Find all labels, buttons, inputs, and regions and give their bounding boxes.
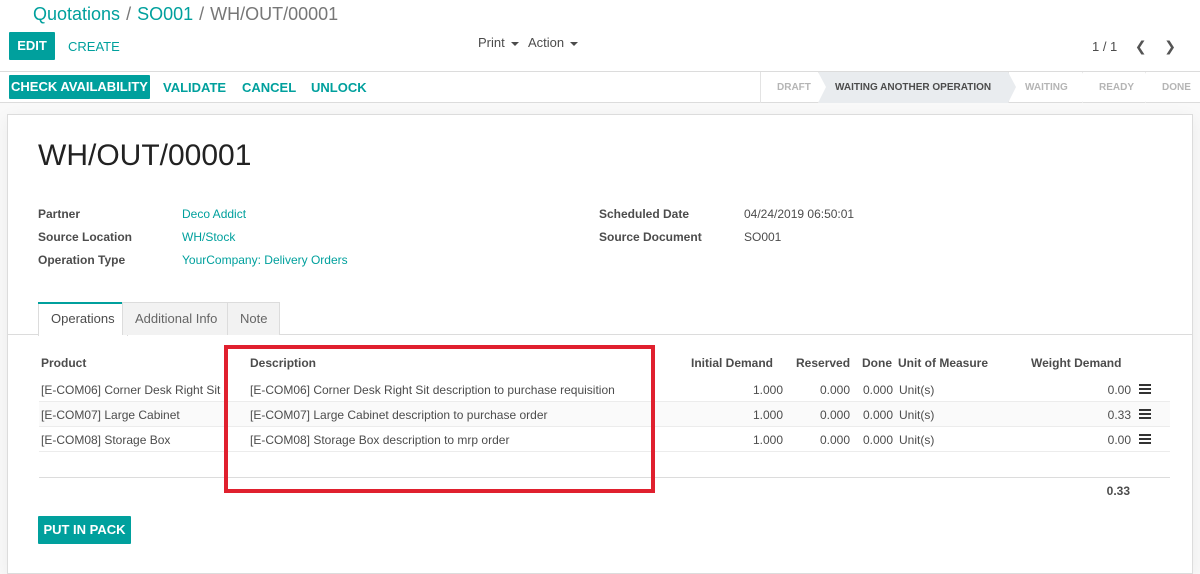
list-icon[interactable] [1139, 434, 1151, 444]
edit-button[interactable]: EDIT [9, 32, 55, 60]
status-step-ready: READY [1082, 72, 1153, 103]
total-weight-demand: 0.33 [1106, 484, 1130, 498]
tab-additional-info[interactable]: Additional Info [122, 302, 231, 335]
pager: 1 / 1 ❮ ❯ [1092, 38, 1176, 55]
cell-weight-demand: 0.00 [1107, 383, 1131, 397]
status-step-done: DONE [1145, 72, 1200, 103]
cell-weight-demand: 0.33 [1107, 408, 1131, 422]
list-icon[interactable] [1139, 409, 1151, 419]
check-availability-button[interactable]: CHECK AVAILABILITY [9, 75, 150, 99]
cell-product: [E-COM08] Storage Box [41, 433, 171, 447]
cell-product: [E-COM07] Large Cabinet [41, 408, 180, 422]
cell-done: 0.000 [862, 408, 893, 422]
pager-value[interactable]: 1 / 1 [1092, 39, 1117, 54]
col-header-product[interactable]: Product [41, 356, 86, 370]
caret-down-icon [510, 41, 519, 46]
status-step-label: WAITING ANOTHER OPERATION [835, 82, 992, 93]
status-step-label: DRAFT [777, 82, 811, 93]
cell-reserved: 0.000 [819, 383, 850, 397]
list-icon[interactable] [1139, 384, 1151, 394]
status-step-waiting: WAITING [1008, 72, 1090, 103]
cell-uom: Unit(s) [899, 408, 935, 422]
cell-initial-demand: 1.000 [752, 408, 783, 422]
col-header-done[interactable]: Done [862, 356, 892, 370]
source-document-label: Source Document [599, 230, 702, 244]
chevron-left-icon[interactable]: ❮ [1135, 38, 1147, 55]
record-title: WH/OUT/00001 [38, 139, 252, 172]
source-location-value[interactable]: WH/Stock [182, 230, 235, 244]
cell-reserved: 0.000 [819, 408, 850, 422]
print-label: Print [478, 35, 505, 50]
breadcrumb-separator: / [199, 4, 205, 24]
operation-type-value[interactable]: YourCompany: Delivery Orders [182, 253, 348, 267]
scheduled-date-value: 04/24/2019 06:50:01 [744, 207, 855, 221]
notebook-tabs: Operations Additional Info Note [8, 302, 1192, 336]
cell-initial-demand: 1.000 [752, 433, 783, 447]
create-button[interactable]: CREATE [68, 39, 120, 54]
caret-down-icon [570, 41, 579, 46]
breadcrumb: Quotations / SO001/WH/OUT/00001 [33, 4, 338, 25]
validate-button[interactable]: VALIDATE [163, 80, 226, 95]
scheduled-date-label: Scheduled Date [599, 207, 690, 221]
col-header-reserved[interactable]: Reserved [796, 356, 850, 370]
cancel-button[interactable]: CANCEL [242, 80, 296, 95]
partner-value[interactable]: Deco Addict [182, 207, 246, 221]
action-dropdown[interactable]: Action [528, 35, 579, 50]
status-step-waiting-another-operation: WAITING ANOTHER OPERATION [818, 72, 1016, 103]
action-label: Action [528, 35, 565, 50]
status-step-label: WAITING [1025, 82, 1068, 93]
chevron-right-icon[interactable]: ❯ [1164, 38, 1176, 55]
put-in-pack-button[interactable]: PUT IN PACK [38, 516, 131, 544]
status-steps: DRAFT WAITING ANOTHER OPERATION WAITING … [760, 72, 1200, 103]
control-panel: Quotations / SO001/WH/OUT/00001 EDIT CREAT… [0, 0, 1200, 72]
partner-label: Partner [38, 207, 81, 221]
cell-done: 0.000 [862, 433, 893, 447]
tab-operations[interactable]: Operations [38, 302, 128, 336]
tab-note[interactable]: Note [227, 302, 281, 335]
breadcrumb-quotations[interactable]: Quotations [33, 4, 120, 24]
status-step-label: DONE [1162, 82, 1191, 93]
statusbar: CHECK AVAILABILITY VALIDATE CANCEL UNLOC… [0, 72, 1200, 103]
cell-uom: Unit(s) [899, 383, 935, 397]
cell-initial-demand: 1.000 [752, 383, 783, 397]
breadcrumb-current: WH/OUT/00001 [210, 4, 339, 24]
unlock-button[interactable]: UNLOCK [311, 80, 367, 95]
breadcrumb-separator: / [126, 4, 132, 24]
cell-uom: Unit(s) [899, 433, 935, 447]
description-highlight-box [224, 345, 655, 493]
cell-weight-demand: 0.00 [1107, 433, 1131, 447]
operation-type-label: Operation Type [38, 253, 126, 267]
form-sheet: WH/OUT/00001 Partner Deco Addict Source … [7, 114, 1193, 574]
source-document-value: SO001 [744, 230, 782, 244]
col-header-uom[interactable]: Unit of Measure [898, 356, 988, 370]
cell-product: [E-COM06] Corner Desk Right Sit [41, 383, 221, 397]
source-location-label: Source Location [38, 230, 133, 244]
status-step-label: READY [1099, 82, 1135, 93]
cell-reserved: 0.000 [819, 433, 850, 447]
status-step-draft: DRAFT [760, 72, 826, 103]
col-header-weight-demand[interactable]: Weight Demand [1031, 356, 1121, 370]
cell-done: 0.000 [862, 383, 893, 397]
col-header-initial-demand[interactable]: Initial Demand [691, 356, 773, 370]
breadcrumb-so001[interactable]: SO001 [137, 4, 193, 24]
print-dropdown[interactable]: Print [478, 35, 519, 50]
